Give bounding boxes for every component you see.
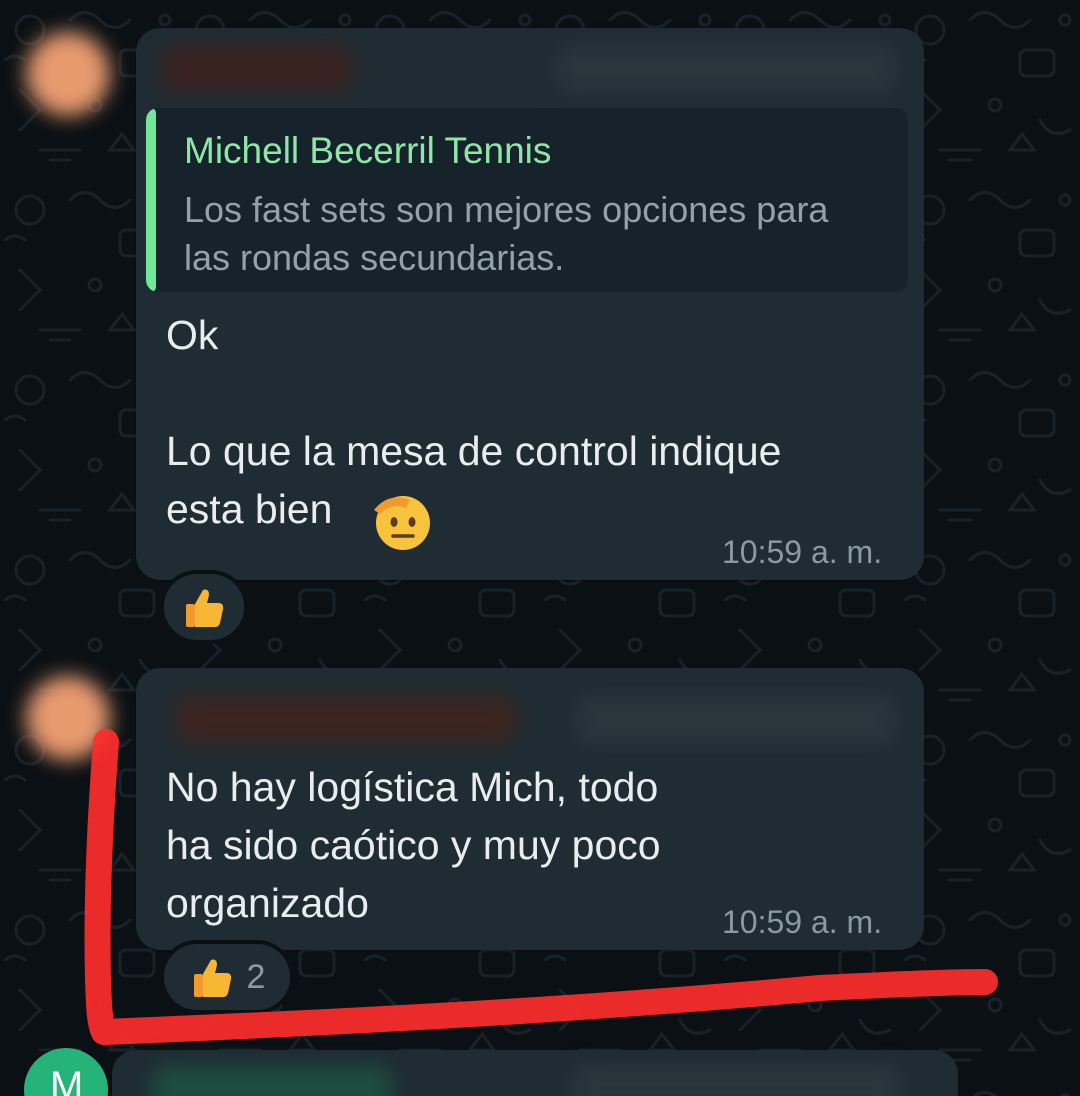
quoted-message[interactable]: Michell Becerril Tennis Los fast sets so…	[146, 108, 908, 292]
reaction-count: 2	[246, 957, 266, 996]
sender-name-redacted	[162, 46, 352, 92]
quote-accent-bar	[146, 108, 156, 292]
thumbs-up-icon	[193, 959, 231, 997]
message-bubble-3[interactable]	[112, 1050, 958, 1096]
sender-name-redacted	[176, 696, 516, 744]
sender-phone-redacted	[556, 46, 896, 92]
message-time-2: 10:59 a. m.	[722, 904, 883, 940]
thumbs-up-icon	[186, 589, 224, 627]
message-bubble-2[interactable]: No hay logística Mich, todo ha sido caót…	[136, 668, 924, 950]
reaction-badge-2[interactable]: 2	[160, 940, 294, 1014]
sender-avatar-2[interactable]	[26, 676, 110, 760]
message-text-1: Ok Lo que la mesa de control indique est…	[166, 312, 782, 532]
sender-avatar-1[interactable]	[26, 32, 110, 116]
chat-view[interactable]: Michell Becerril Tennis Los fast sets so…	[0, 0, 1080, 1096]
message-bubble-1[interactable]: Michell Becerril Tennis Los fast sets so…	[136, 28, 924, 580]
avatar-initial: M	[50, 1064, 84, 1096]
message-time-1: 10:59 a. m.	[722, 534, 883, 570]
sender-phone-redacted	[572, 1066, 902, 1096]
quote-author: Michell Becerril Tennis	[184, 130, 552, 171]
sender-phone-redacted	[576, 696, 896, 744]
quote-text: Los fast sets son mejores opciones para …	[184, 189, 829, 278]
reaction-badge-1[interactable]	[160, 570, 248, 644]
sender-name-redacted	[152, 1066, 392, 1096]
saluting-face-icon	[374, 496, 430, 550]
